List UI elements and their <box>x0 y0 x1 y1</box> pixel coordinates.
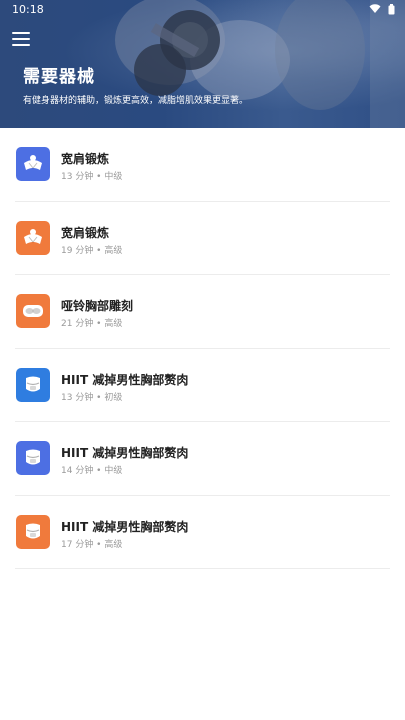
torso-icon <box>16 514 50 549</box>
workout-meta: 13 分钟 • 初级 <box>61 392 123 403</box>
workout-item-5[interactable]: HIIT 减掉男性胸部赘肉 17 分钟 • 高级 <box>0 496 405 569</box>
workout-title: HIIT 减掉男性胸部赘肉 <box>61 372 189 387</box>
status-icons <box>369 4 396 16</box>
torso-icon <box>16 441 50 475</box>
shoulders-icon <box>16 147 50 181</box>
status-bar: 10:18 <box>0 0 405 20</box>
workout-meta: 13 分钟 • 中级 <box>61 172 123 182</box>
workout-title: 哑铃胸部雕刻 <box>61 299 134 313</box>
workout-meta: 19 分钟 • 高级 <box>61 245 123 256</box>
divider <box>15 568 390 569</box>
workout-item-4[interactable]: HIIT 减掉男性胸部赘肉 14 分钟 • 中级 <box>0 422 405 496</box>
wifi-icon <box>369 4 380 13</box>
menu-icon[interactable] <box>12 32 30 46</box>
battery-icon <box>388 4 395 15</box>
workout-meta: 17 分钟 • 高级 <box>61 539 123 550</box>
torso-icon <box>16 367 50 402</box>
workout-title: 宽肩锻炼 <box>61 225 110 240</box>
workout-list: 宽肩锻炼 13 分钟 • 中级 宽肩锻炼 19 分钟 • 高级 哑铃胸部雕刻 2… <box>0 128 405 569</box>
workout-title: 宽肩锻炼 <box>61 152 110 166</box>
workout-meta: 21 分钟 • 高级 <box>61 319 123 329</box>
workout-item-1[interactable]: 宽肩锻炼 19 分钟 • 高级 <box>0 202 405 275</box>
workout-item-3[interactable]: HIIT 减掉男性胸部赘肉 13 分钟 • 初级 <box>0 349 405 422</box>
workout-item-2[interactable]: 哑铃胸部雕刻 21 分钟 • 高级 <box>0 275 405 349</box>
shoulders-icon <box>16 220 50 255</box>
header-banner: 10:18 需要器械 有健身器材的辅助，锻炼更高效，减脂增肌效果更显著。 <box>0 0 405 128</box>
workout-item-0[interactable]: 宽肩锻炼 13 分钟 • 中级 <box>0 128 405 202</box>
workout-title: HIIT 减掉男性胸部赘肉 <box>61 519 189 534</box>
page-title: 需要器械 <box>23 67 95 87</box>
workout-title: HIIT 减掉男性胸部赘肉 <box>61 446 189 460</box>
chest-icon <box>16 294 50 328</box>
page-subtitle: 有健身器材的辅助，锻炼更高效，减脂增肌效果更显著。 <box>23 96 249 106</box>
workout-meta: 14 分钟 • 中级 <box>61 466 123 476</box>
status-time: 10:18 <box>12 3 44 16</box>
